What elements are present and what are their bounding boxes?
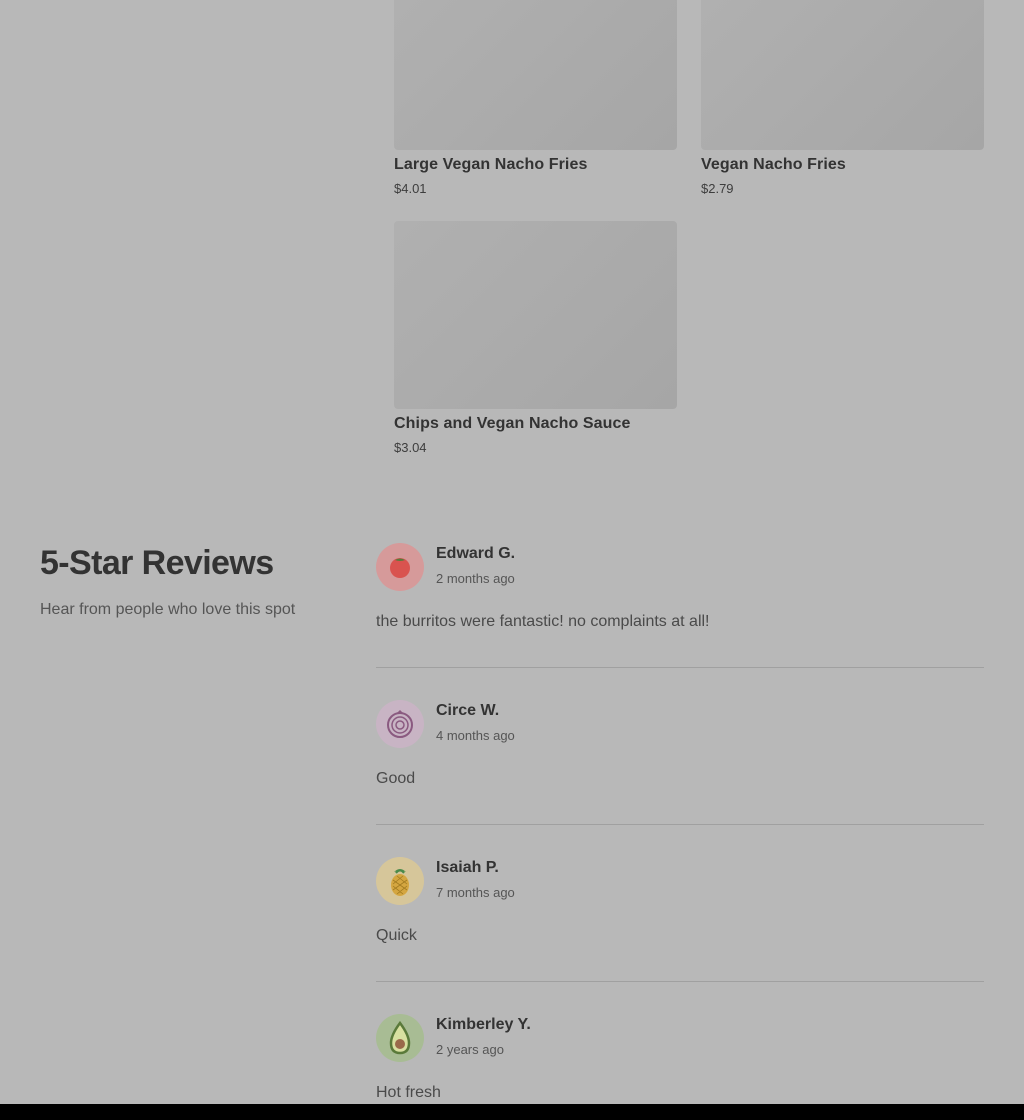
review-item: Kimberley Y. 2 years ago Hot fresh xyxy=(376,1014,984,1104)
review-author: Isaiah P. xyxy=(436,859,499,876)
reviews-title: 5-Star Reviews xyxy=(40,544,274,582)
review-item: Edward G. 2 months ago the burritos were… xyxy=(376,543,984,643)
menu-item-name: Large Vegan Nacho Fries xyxy=(394,156,588,173)
review-date: 2 months ago xyxy=(436,571,515,586)
menu-item-card[interactable]: Chips and Vegan Nacho Sauce $3.04 xyxy=(394,221,677,455)
tomato-icon xyxy=(390,558,410,578)
menu-item-image xyxy=(394,221,677,409)
review-date: 7 months ago xyxy=(436,885,515,900)
review-date: 2 years ago xyxy=(436,1042,504,1057)
menu-item-card[interactable]: Large Vegan Nacho Fries $4.01 xyxy=(394,0,677,196)
menu-item-card[interactable]: Vegan Nacho Fries $2.79 xyxy=(701,0,984,196)
avatar xyxy=(376,543,424,591)
avatar xyxy=(376,700,424,748)
reviews-subtitle: Hear from people who love this spot xyxy=(40,601,296,618)
review-text: the burritos were fantastic! no complain… xyxy=(376,613,710,630)
onion-icon xyxy=(387,709,413,738)
menu-item-price: $3.04 xyxy=(394,440,427,455)
menu-item-image xyxy=(394,0,677,150)
avocado-icon xyxy=(389,1021,411,1055)
review-text: Quick xyxy=(376,927,417,944)
bottom-bar xyxy=(0,1104,1024,1120)
menu-item-name: Chips and Vegan Nacho Sauce xyxy=(394,415,631,432)
menu-item-price: $4.01 xyxy=(394,181,427,196)
review-date: 4 months ago xyxy=(436,728,515,743)
review-divider xyxy=(376,981,984,982)
review-author: Edward G. xyxy=(436,545,516,562)
review-item: Circe W. 4 months ago Good xyxy=(376,700,984,800)
avatar xyxy=(376,857,424,905)
review-author: Circe W. xyxy=(436,702,500,719)
pineapple-icon xyxy=(391,869,409,896)
review-item: Isaiah P. 7 months ago Quick xyxy=(376,857,984,957)
review-author: Kimberley Y. xyxy=(436,1016,531,1033)
menu-item-name: Vegan Nacho Fries xyxy=(701,156,846,173)
review-text: Good xyxy=(376,770,416,787)
avatar xyxy=(376,1014,424,1062)
menu-item-image xyxy=(701,0,984,150)
review-text: Hot fresh xyxy=(376,1084,441,1101)
review-divider xyxy=(376,824,984,825)
review-divider xyxy=(376,667,984,668)
menu-item-price: $2.79 xyxy=(701,181,734,196)
